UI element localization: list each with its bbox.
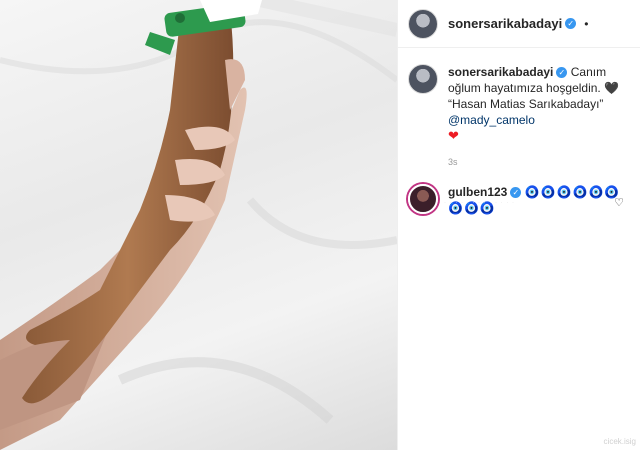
- verified-badge-icon: ✓: [565, 18, 577, 29]
- caption-quote: “Hasan Matias Sarıkabadayı”: [448, 97, 604, 111]
- commenter-avatar[interactable]: [408, 184, 438, 214]
- header-separator: •: [584, 16, 589, 31]
- author-username[interactable]: sonersarikabadayi: [448, 16, 562, 31]
- comment-item: gulben123 ✓ 🧿🧿🧿🧿🧿🧿🧿🧿🧿 ♡: [398, 170, 640, 216]
- caption-username[interactable]: sonersarikabadayi: [448, 65, 553, 79]
- faded-text: · · · · · · · · · · · · ·: [444, 200, 515, 206]
- caption-text: sonersarikabadayi ✓ Canım oğlum hayatımız…: [448, 64, 628, 170]
- caption-avatar[interactable]: [408, 64, 438, 94]
- post-time[interactable]: 3s: [448, 154, 628, 170]
- verified-badge-icon: ✓: [556, 67, 568, 78]
- heart-outline-icon[interactable]: ♡: [614, 196, 624, 209]
- verified-badge-icon: ✓: [510, 187, 522, 198]
- watermark: cicek.isig: [603, 437, 636, 446]
- red-heart-icon: ❤: [448, 128, 459, 143]
- caption-mention-link[interactable]: @mady_camelo: [448, 113, 535, 127]
- post-header: sonersarikabadayi ✓ •: [398, 0, 640, 48]
- commenter-username[interactable]: gulben123: [448, 185, 507, 199]
- post-caption: sonersarikabadayi ✓ Canım oğlum hayatımız…: [398, 48, 640, 170]
- author-avatar[interactable]: [408, 8, 438, 39]
- black-heart-icon: 🖤: [604, 81, 620, 95]
- post-sidebar: sonersarikabadayi ✓ • sonersarikabadayi ✓…: [397, 0, 640, 450]
- post-photo[interactable]: [0, 0, 397, 450]
- hands-photo: [0, 0, 397, 450]
